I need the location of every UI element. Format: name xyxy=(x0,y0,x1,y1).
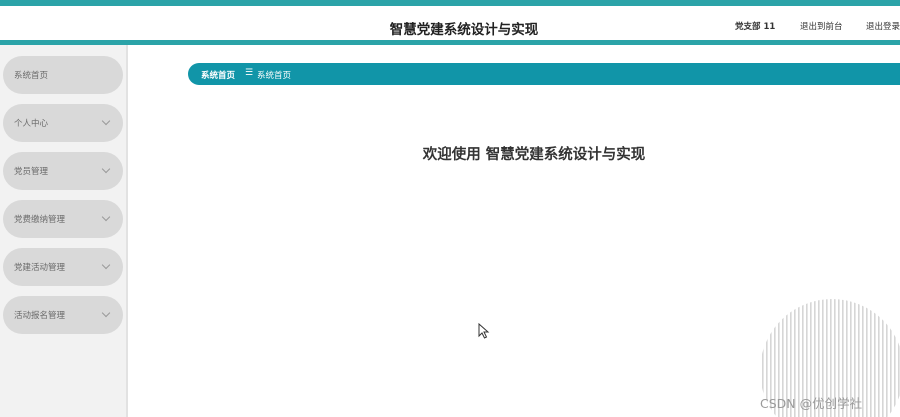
mouse-cursor-icon xyxy=(478,323,490,339)
user-label: 党支部 11 xyxy=(735,22,776,32)
chevron-down-icon xyxy=(101,116,111,126)
welcome-heading: 欢迎使用 智慧党建系统设计与实现 xyxy=(422,147,646,163)
logout-link[interactable]: 退出登录 xyxy=(866,20,900,32)
chevron-down-icon xyxy=(101,308,111,318)
watermark: CSDN @优创学社 xyxy=(760,396,863,411)
sidebar-item-label: 党员管理 xyxy=(14,167,49,177)
sidebar-item-activity-management[interactable]: 党建活动管理 xyxy=(3,248,123,286)
sidebar: 系统首页 个人中心 党员管理 党费缴纳管理 党建活动管理 活动报名管理 xyxy=(0,45,128,417)
sidebar-item-dues-management[interactable]: 党费缴纳管理 xyxy=(3,200,123,238)
sidebar-item-label: 党费缴纳管理 xyxy=(14,215,66,225)
chevron-down-icon xyxy=(101,164,111,174)
sidebar-item-signup-management[interactable]: 活动报名管理 xyxy=(3,296,123,334)
chevron-down-icon xyxy=(101,260,111,270)
breadcrumb: 系统首页 ☰ 系统首页 xyxy=(188,63,900,85)
breadcrumb-home-link[interactable]: 系统首页 xyxy=(201,69,235,81)
sidebar-item-label: 党建活动管理 xyxy=(14,263,66,273)
sidebar-item-label: 系统首页 xyxy=(14,71,49,81)
sidebar-item-label: 个人中心 xyxy=(14,119,49,129)
chevron-down-icon xyxy=(101,212,111,222)
sidebar-item-label: 活动报名管理 xyxy=(14,311,66,321)
sidebar-item-member-management[interactable]: 党员管理 xyxy=(3,152,123,190)
header-divider xyxy=(0,40,900,45)
exit-to-frontend-link[interactable]: 退出到前台 xyxy=(800,20,843,32)
breadcrumb-current: 系统首页 xyxy=(257,71,292,81)
app-header: 智慧党建系统设计与实现 党支部 11 退出到前台 退出登录 xyxy=(0,6,900,40)
sidebar-item-personal-center[interactable]: 个人中心 xyxy=(3,104,123,142)
breadcrumb-separator-icon: ☰ xyxy=(245,68,254,78)
sidebar-item-home[interactable]: 系统首页 xyxy=(3,56,123,94)
